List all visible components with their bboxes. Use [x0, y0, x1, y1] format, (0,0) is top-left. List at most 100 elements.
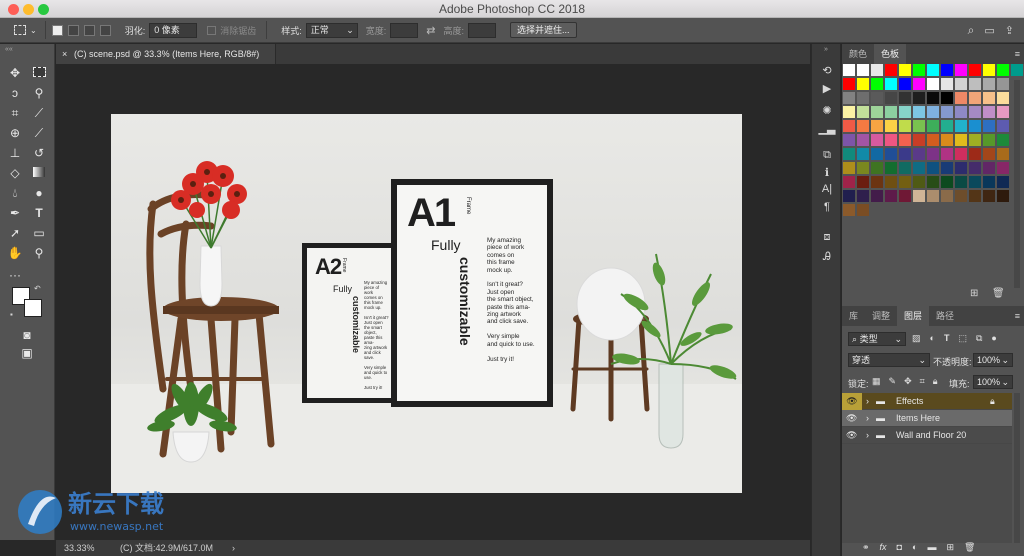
clone-stamp-tool-icon[interactable]: ⊥	[4, 144, 26, 162]
color-swatch[interactable]	[983, 134, 995, 146]
color-swatch[interactable]	[843, 78, 855, 90]
shape-filter-icon[interactable]: ⬚	[958, 333, 967, 344]
color-swatch[interactable]	[871, 120, 883, 132]
subtract-from-selection-icon[interactable]	[83, 24, 95, 36]
healing-brush-tool-icon[interactable]: ⊕	[4, 124, 26, 142]
color-swatch[interactable]	[857, 204, 869, 216]
intersect-selection-icon[interactable]	[99, 24, 111, 36]
color-swatch[interactable]	[941, 92, 953, 104]
smart-object-filter-icon[interactable]: ⧉	[976, 333, 982, 344]
color-swatch[interactable]	[913, 92, 925, 104]
color-swatch[interactable]	[997, 120, 1009, 132]
path-selection-tool-icon[interactable]: ➚	[4, 224, 26, 242]
select-and-mask-button[interactable]: 选择并遮住...	[510, 22, 577, 38]
fill-input[interactable]: 100% ⌄	[973, 375, 1013, 389]
style-select[interactable]: 正常 ⌄	[305, 22, 358, 38]
filter-toggle-icon[interactable]: ●	[991, 333, 996, 344]
share-icon[interactable]: ⇪	[1005, 24, 1014, 37]
delete-layer-icon[interactable]: 🗑︎	[964, 542, 975, 553]
color-swatch[interactable]	[969, 92, 981, 104]
eraser-tool-icon[interactable]: ◇	[4, 164, 26, 182]
edit-toolbar-icon[interactable]: ···	[4, 266, 26, 284]
color-swatch[interactable]	[941, 190, 953, 202]
color-swatch[interactable]	[899, 64, 911, 76]
type-tool-icon[interactable]: T	[28, 204, 50, 222]
color-swatch[interactable]	[843, 92, 855, 104]
lock-pixels-icon[interactable]: ✎	[889, 376, 897, 387]
close-window-button[interactable]	[8, 4, 19, 15]
pen-tool-icon[interactable]: ✒	[4, 204, 26, 222]
color-swatch[interactable]	[843, 120, 855, 132]
color-swatch[interactable]	[899, 78, 911, 90]
color-swatch[interactable]	[843, 64, 855, 76]
color-swatch[interactable]	[913, 120, 925, 132]
color-swatch[interactable]	[941, 176, 953, 188]
color-swatch[interactable]	[843, 190, 855, 202]
color-swatch[interactable]	[843, 134, 855, 146]
fx-icon[interactable]: fx	[880, 542, 887, 553]
quick-mask-icon[interactable]: ◙	[16, 326, 38, 344]
workspace-icon[interactable]: ▭	[984, 24, 994, 37]
color-swatch[interactable]	[899, 148, 911, 160]
color-swatch[interactable]	[969, 78, 981, 90]
dodge-tool-icon[interactable]: ●	[28, 184, 50, 202]
color-swatch[interactable]	[871, 64, 883, 76]
color-swatch[interactable]	[913, 106, 925, 118]
move-tool-icon[interactable]: ✥	[4, 64, 26, 82]
pixel-filter-icon[interactable]: ▨	[912, 333, 921, 344]
color-swatch[interactable]	[857, 120, 869, 132]
color-swatch[interactable]	[983, 106, 995, 118]
document-tab[interactable]: × (C) scene.psd @ 33.3% (Items Here, RGB…	[56, 44, 276, 64]
chevron-right-icon[interactable]: ›	[232, 540, 235, 556]
color-swatch[interactable]	[913, 148, 925, 160]
color-swatch[interactable]	[871, 92, 883, 104]
color-swatch[interactable]	[871, 190, 883, 202]
color-swatch[interactable]	[1011, 64, 1023, 76]
color-swatch[interactable]	[857, 106, 869, 118]
search-icon[interactable]: ⌕	[968, 23, 975, 38]
color-swatch[interactable]	[885, 64, 897, 76]
antialias-checkbox[interactable]: 消除锯齿	[207, 24, 256, 37]
color-swatch[interactable]	[843, 176, 855, 188]
adjustments-panel-icon[interactable]: ✺	[818, 102, 836, 120]
actions-panel-icon[interactable]: ▶	[818, 80, 836, 98]
color-swatch[interactable]	[955, 120, 967, 132]
color-swatch[interactable]	[927, 120, 939, 132]
new-swatch-icon[interactable]: ⊞	[970, 288, 978, 299]
color-swatch[interactable]	[941, 64, 953, 76]
zoom-level[interactable]: 33.33%	[64, 540, 95, 556]
color-swatch[interactable]	[927, 176, 939, 188]
color-swatch[interactable]	[843, 162, 855, 174]
swap-colors-icon[interactable]: ↶	[34, 284, 41, 293]
color-swatch[interactable]	[927, 148, 939, 160]
color-swatch[interactable]	[969, 190, 981, 202]
color-swatch[interactable]	[927, 106, 939, 118]
color-swatch[interactable]	[997, 148, 1009, 160]
color-swatch[interactable]	[983, 190, 995, 202]
color-swatch[interactable]	[913, 190, 925, 202]
adjustment-filter-icon[interactable]: ◐	[930, 333, 935, 344]
color-swatch[interactable]	[899, 120, 911, 132]
panel-menu-icon[interactable]: ≡	[1015, 44, 1020, 64]
new-selection-icon[interactable]	[51, 24, 63, 36]
color-swatch[interactable]	[997, 134, 1009, 146]
color-swatch[interactable]	[997, 92, 1009, 104]
gradient-tool-icon[interactable]	[28, 164, 50, 182]
color-swatch[interactable]	[843, 204, 855, 216]
lock-all-icon[interactable]: 🔒︎	[933, 376, 938, 387]
color-swatch[interactable]	[857, 176, 869, 188]
color-swatch[interactable]	[927, 92, 939, 104]
color-swatch[interactable]	[997, 176, 1009, 188]
color-swatch[interactable]	[969, 162, 981, 174]
color-swatch[interactable]	[983, 92, 995, 104]
rectangle-tool-icon[interactable]: ▭	[28, 224, 50, 242]
layer-row-wall-floor[interactable]: 👁︎ › ▬ Wall and Floor 20	[842, 427, 1012, 444]
glyphs-panel-icon[interactable]: ⧈	[818, 228, 836, 246]
adjustment-layer-icon[interactable]: ◐	[912, 542, 917, 553]
lock-artboard-icon[interactable]: ⌗	[920, 376, 925, 387]
color-swatch[interactable]	[899, 134, 911, 146]
minimize-window-button[interactable]	[23, 4, 34, 15]
color-swatch[interactable]	[997, 190, 1009, 202]
color-swatch[interactable]	[857, 78, 869, 90]
new-group-icon[interactable]: ▬	[927, 542, 936, 553]
